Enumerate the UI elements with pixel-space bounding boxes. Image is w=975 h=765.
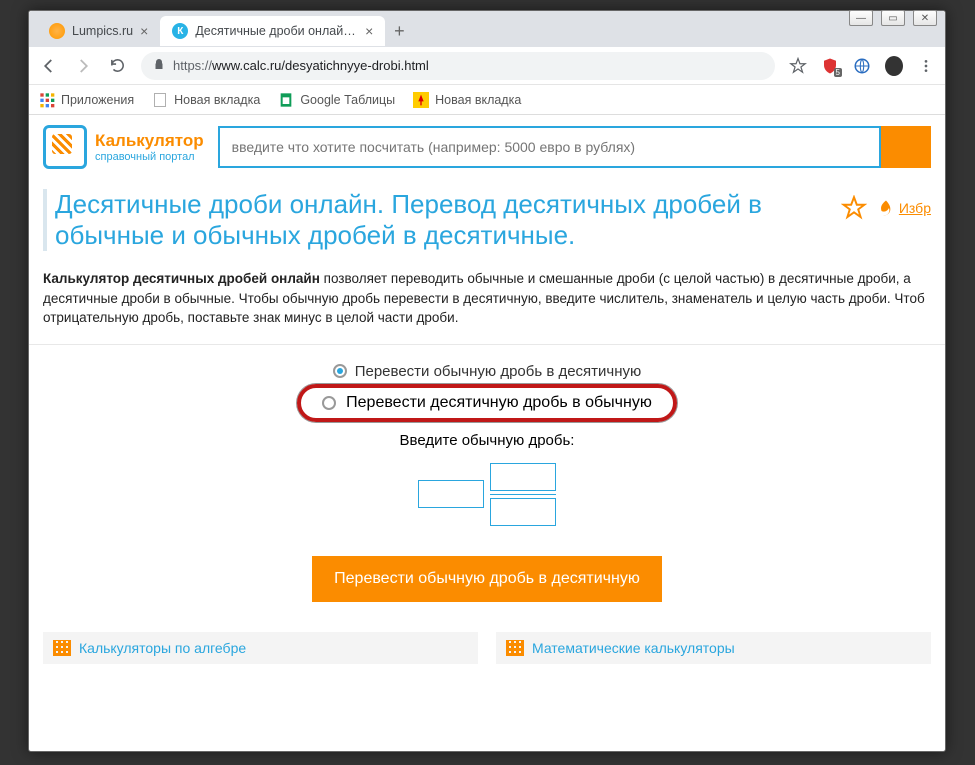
logo-text: Калькулятор справочный портал <box>95 131 204 163</box>
numerator-input[interactable] <box>490 463 556 491</box>
apps-button[interactable]: Приложения <box>39 92 134 108</box>
avatar-icon <box>885 56 903 76</box>
radio-icon <box>322 396 336 410</box>
lock-icon <box>153 58 165 74</box>
tab-close-button[interactable]: × <box>140 23 148 39</box>
tab-bar: Lumpics.ru × К Десятичные дроби онлайн. … <box>29 11 945 47</box>
address-bar: https://www.calc.ru/desyatichnyye-drobi.… <box>29 47 945 85</box>
fraction-inputs <box>277 463 697 526</box>
site-logo[interactable]: Калькулятор справочный портал <box>43 125 204 169</box>
tab-lumpics[interactable]: Lumpics.ru × <box>37 16 160 46</box>
url-text: https://www.calc.ru/desyatichnyye-drobi.… <box>173 58 429 73</box>
whole-part-input[interactable] <box>418 480 484 508</box>
bookmark-star-button[interactable] <box>789 57 807 75</box>
minimize-button[interactable]: — <box>849 10 873 26</box>
reload-icon <box>109 57 126 74</box>
denominator-input[interactable] <box>490 498 556 526</box>
close-window-button[interactable]: ✕ <box>913 10 937 26</box>
favicon-lumpics-icon <box>49 23 65 39</box>
bookmarks-bar: Приложения Новая вкладка Google Таблицы … <box>29 85 945 115</box>
kebab-icon <box>918 58 934 74</box>
tab-title: Десятичные дроби онлайн. Пер <box>195 24 358 38</box>
search-button[interactable] <box>881 126 931 168</box>
url-field[interactable]: https://www.calc.ru/desyatichnyye-drobi.… <box>141 52 775 80</box>
apps-grid-icon <box>39 92 55 108</box>
star-outline-icon[interactable] <box>841 195 867 221</box>
extension-badge: 5 <box>834 68 842 77</box>
favorites-area: Избр <box>841 195 931 221</box>
new-tab-button[interactable]: + <box>385 17 413 45</box>
fraction-stack <box>490 463 556 526</box>
category-math[interactable]: Математические калькуляторы <box>496 632 931 664</box>
page-content: Калькулятор справочный портал Десятичные… <box>29 115 945 751</box>
conversion-mode-group: Перевести обычную дробь в десятичную Пер… <box>277 363 697 602</box>
bookmark-item[interactable]: Новая вкладка <box>152 92 260 108</box>
site-search <box>218 126 931 168</box>
maximize-button[interactable]: ▭ <box>881 10 905 26</box>
category-algebra[interactable]: Калькуляторы по алгебре <box>43 632 478 664</box>
window-controls: — ▭ ✕ <box>849 10 937 26</box>
input-prompt: Введите обычную дробь: <box>277 432 697 449</box>
back-button[interactable] <box>39 56 59 76</box>
page-description: Калькулятор десятичных дробей онлайн поз… <box>43 269 931 328</box>
radio-decimal-to-common[interactable]: Перевести десятичную дробь в обычную <box>297 384 677 422</box>
page-body: Десятичные дроби онлайн. Перевод десятич… <box>29 179 945 674</box>
fraction-line <box>490 494 556 495</box>
toolbar-icons: 5 <box>789 57 935 75</box>
category-links: Калькуляторы по алгебре Математические к… <box>43 632 931 664</box>
tab-title: Lumpics.ru <box>72 24 133 38</box>
bookmark-item[interactable]: Новая вкладка <box>413 92 521 108</box>
leaf-icon <box>877 199 895 217</box>
search-input[interactable] <box>218 126 881 168</box>
favorites-link[interactable]: Избр <box>877 199 931 217</box>
sheets-icon <box>278 92 294 108</box>
convert-button[interactable]: Перевести обычную дробь в десятичную <box>312 556 662 602</box>
page-icon <box>152 92 168 108</box>
grid-icon <box>506 640 524 656</box>
profile-button[interactable] <box>885 57 903 75</box>
arrow-left-icon <box>40 57 58 75</box>
logo-mark-icon <box>43 125 87 169</box>
tab-calc[interactable]: К Десятичные дроби онлайн. Пер × <box>160 16 385 46</box>
arrow-right-icon <box>74 57 92 75</box>
forward-button[interactable] <box>73 56 93 76</box>
globe-icon <box>853 57 871 75</box>
radio-common-to-decimal[interactable]: Перевести обычную дробь в десятичную <box>277 363 697 380</box>
bookmark-item[interactable]: Google Таблицы <box>278 92 395 108</box>
star-icon <box>789 57 807 75</box>
browser-window: Lumpics.ru × К Десятичные дроби онлайн. … <box>28 10 946 752</box>
reload-button[interactable] <box>107 56 127 76</box>
yandex-icon <box>413 92 429 108</box>
extension-adblock-button[interactable]: 5 <box>821 57 839 75</box>
grid-icon <box>53 640 71 656</box>
page-title: Десятичные дроби онлайн. Перевод десятич… <box>43 189 841 251</box>
radio-icon <box>333 364 347 378</box>
divider <box>29 344 945 345</box>
extension-globe-button[interactable] <box>853 57 871 75</box>
site-header: Калькулятор справочный портал <box>29 115 945 179</box>
menu-button[interactable] <box>917 57 935 75</box>
favicon-calc-icon: К <box>172 23 188 39</box>
tab-close-button[interactable]: × <box>365 23 373 39</box>
